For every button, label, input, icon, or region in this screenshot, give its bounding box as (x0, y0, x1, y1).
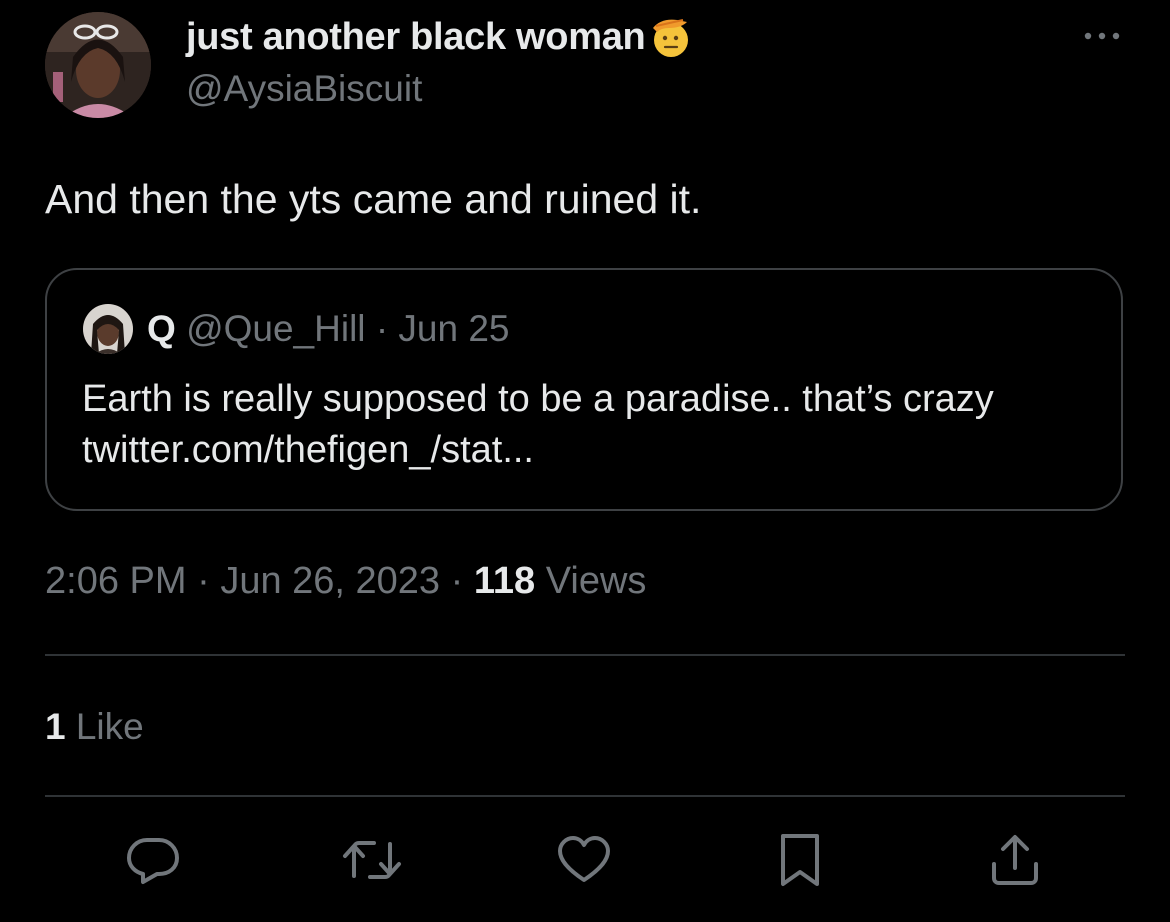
retweet-button[interactable] (340, 832, 404, 892)
more-options-icon[interactable] (1082, 26, 1122, 46)
bookmark-button[interactable] (770, 832, 830, 892)
quoted-author-avatar (83, 304, 133, 354)
views-label: Views (545, 560, 647, 602)
reply-icon (125, 832, 181, 893)
meta-separator: · (197, 560, 210, 602)
retweet-icon (340, 832, 404, 893)
quoted-tweet-header: Q @Que_Hill · Jun 25 (147, 308, 510, 350)
quoted-tweet-card[interactable]: Q @Que_Hill · Jun 25 Earth is really sup… (45, 268, 1123, 511)
like-label: Like (75, 706, 144, 747)
quoted-tweet-text: Earth is really supposed to be a paradis… (82, 378, 994, 471)
divider (45, 654, 1125, 656)
quoted-separator: · (375, 308, 389, 349)
quoted-author-handle: @Que_Hill (186, 308, 366, 349)
quoted-tweet-date: Jun 25 (398, 308, 510, 349)
saluting-face-emoji-icon (647, 14, 693, 60)
author-handle[interactable]: @AysiaBiscuit (186, 68, 422, 110)
share-button[interactable] (985, 832, 1045, 892)
like-button[interactable] (554, 832, 614, 892)
tweet-meta: 2:06 PM · Jun 26, 2023 · 118 Views (45, 560, 646, 603)
share-icon (987, 832, 1043, 893)
divider (45, 795, 1125, 797)
tweet-text: And then the yts came and ruined it. (45, 176, 702, 222)
likes-summary[interactable]: 1 Like (45, 706, 144, 748)
author-avatar[interactable] (45, 12, 151, 118)
author-name-text: just another black woman (186, 15, 646, 58)
bookmark-icon (772, 832, 828, 893)
views-count[interactable]: 118 (474, 560, 535, 602)
author-display-name[interactable]: just another black woman (186, 14, 693, 60)
tweet-time: 2:06 PM (45, 560, 187, 602)
reply-button[interactable] (123, 832, 183, 892)
like-icon (556, 832, 612, 893)
like-count: 1 (45, 706, 66, 747)
quoted-author-name: Q (147, 308, 176, 349)
meta-separator: · (450, 560, 464, 602)
tweet-date: Jun 26, 2023 (220, 560, 441, 602)
